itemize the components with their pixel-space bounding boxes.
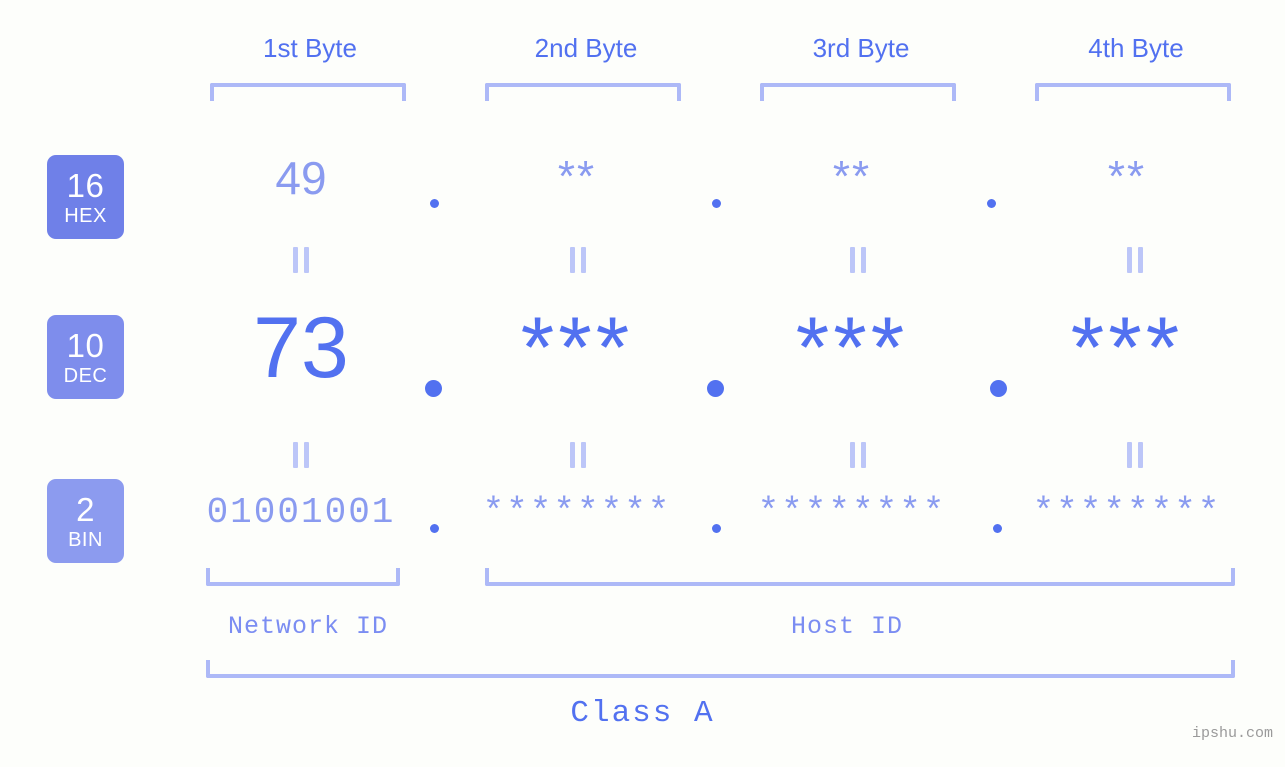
bracket-byte-4 [1035,83,1231,101]
base-badge-dec-number: 10 [66,326,105,364]
equals-mark [570,442,586,468]
base-badge-hex-abbr: HEX [64,204,107,227]
byte-header-4: 4th Byte [1088,33,1184,63]
dec-byte-1: 73 [253,300,349,396]
equals-mark [850,247,866,273]
equals-mark [293,442,309,468]
bracket-byte-2 [485,83,681,101]
bin-byte-1: 01001001 [206,492,396,533]
hex-byte-4: ** [1107,152,1147,201]
dec-byte-3: *** [795,300,909,396]
base-badge-bin-number: 2 [76,490,95,528]
bracket-class [206,660,1235,678]
bin-dot-separator-1 [430,524,439,533]
base-badge-hex: 16 HEX [47,155,124,239]
base-badge-dec-abbr: DEC [63,364,108,387]
base-badge-bin-abbr: BIN [68,528,103,551]
base-badge-bin: 2 BIN [47,479,124,563]
hex-byte-1: 49 [275,152,327,204]
dec-dot-separator-1 [425,380,442,397]
dec-byte-2: *** [520,300,634,396]
network-id-label: Network ID [227,612,389,641]
bin-byte-3: ******** [757,492,947,533]
equals-mark [1127,442,1143,468]
equals-mark [850,442,866,468]
bracket-byte-1 [210,83,406,101]
dec-byte-4: *** [1070,300,1184,396]
equals-mark [293,247,309,273]
bin-byte-4: ******** [1032,492,1222,533]
bin-byte-2: ******** [482,492,672,533]
bracket-host-id [485,568,1235,586]
host-id-label: Host ID [790,612,904,641]
ip-byte-breakdown-diagram: 1st Byte 2nd Byte 3rd Byte 4th Byte 16 H… [0,0,1285,767]
hex-dot-separator-1 [430,199,439,208]
bracket-byte-3 [760,83,956,101]
byte-header-3: 3rd Byte [812,33,910,63]
hex-byte-2: ** [557,152,597,201]
bin-dot-separator-3 [993,524,1002,533]
byte-header-2: 2nd Byte [534,33,638,63]
hex-dot-separator-2 [712,199,721,208]
byte-header-1: 1st Byte [263,33,357,63]
bracket-network-id [206,568,400,586]
dec-dot-separator-2 [707,380,724,397]
bin-dot-separator-2 [712,524,721,533]
equals-mark [570,247,586,273]
hex-byte-3: ** [832,152,872,201]
hex-dot-separator-3 [987,199,996,208]
equals-mark [1127,247,1143,273]
dec-dot-separator-3 [990,380,1007,397]
site-watermark: ipshu.com [1191,725,1273,742]
base-badge-dec: 10 DEC [47,315,124,399]
class-label: Class A [570,696,715,731]
base-badge-hex-number: 16 [66,166,105,204]
